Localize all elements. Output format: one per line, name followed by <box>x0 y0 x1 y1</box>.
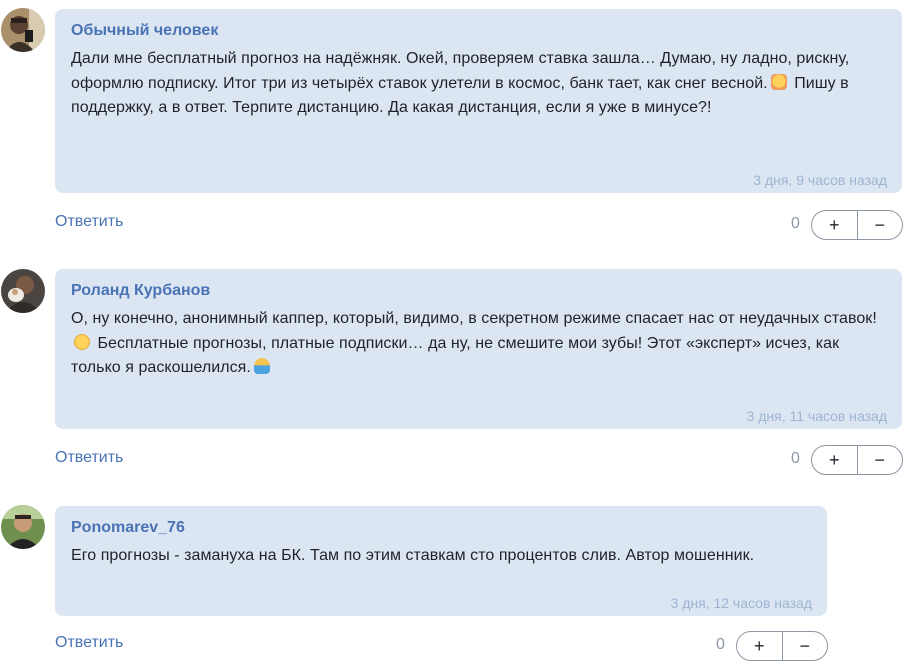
user-photo-icon <box>1 505 45 549</box>
comment-text-part: Бесплатные прогнозы, платные подписки… д… <box>71 334 840 377</box>
author-name[interactable]: Обычный человек <box>71 21 886 41</box>
comment-bubble: Обычный человек Дали мне бесплатный прог… <box>55 9 902 193</box>
comment-text: Его прогнозы - замануха на БК. Там по эт… <box>71 544 811 569</box>
comment-text-part: Дали мне бесплатный прогноз на надёжняк.… <box>71 50 850 92</box>
vote-buttons: + − <box>811 445 903 475</box>
vote-control: 0 + − <box>716 631 828 661</box>
comment-text: О, ну конечно, анонимный каппер, который… <box>71 307 886 381</box>
author-name[interactable]: Ponomarev_76 <box>71 518 811 538</box>
vote-control: 0 + − <box>791 210 903 240</box>
avatar[interactable] <box>1 505 45 549</box>
downvote-button[interactable]: − <box>858 446 903 474</box>
avatar[interactable] <box>1 269 45 313</box>
avatar[interactable] <box>1 8 45 52</box>
vote-buttons: + − <box>736 631 828 661</box>
timestamp: 3 дня, 9 часов назад <box>753 172 887 188</box>
vote-buttons: + − <box>811 210 903 240</box>
upvote-button[interactable]: + <box>737 632 783 660</box>
comment-text: Дали мне бесплатный прогноз на надёжняк.… <box>71 47 886 121</box>
shrug-emoji-icon <box>253 358 270 374</box>
comment-bubble: Роланд Курбанов О, ну конечно, анонимный… <box>55 269 902 429</box>
upvote-button[interactable]: + <box>812 211 858 239</box>
face-exhaling-emoji-icon <box>770 73 787 90</box>
user-photo-icon <box>1 269 45 313</box>
timestamp: 3 дня, 12 часов назад <box>670 595 812 611</box>
vote-score: 0 <box>716 636 725 653</box>
reply-link[interactable]: Ответить <box>55 213 123 231</box>
downvote-button[interactable]: − <box>783 632 828 660</box>
vote-score: 0 <box>791 215 800 232</box>
vote-control: 0 + − <box>791 445 903 475</box>
vote-score: 0 <box>791 450 800 467</box>
user-photo-icon <box>1 8 45 52</box>
upvote-button[interactable]: + <box>812 446 858 474</box>
reply-link[interactable]: Ответить <box>55 634 123 652</box>
reply-link[interactable]: Ответить <box>55 449 123 467</box>
comment-text-part: Его прогнозы - замануха на БК. Там по эт… <box>71 547 755 564</box>
eye-roll-emoji-icon <box>74 333 90 350</box>
downvote-button[interactable]: − <box>858 211 903 239</box>
author-name[interactable]: Роланд Курбанов <box>71 281 886 301</box>
comment-bubble: Ponomarev_76 Его прогнозы - замануха на … <box>55 506 827 616</box>
comment-text-part: О, ну конечно, анонимный каппер, который… <box>71 310 877 327</box>
timestamp: 3 дня, 11 часов назад <box>746 408 887 424</box>
